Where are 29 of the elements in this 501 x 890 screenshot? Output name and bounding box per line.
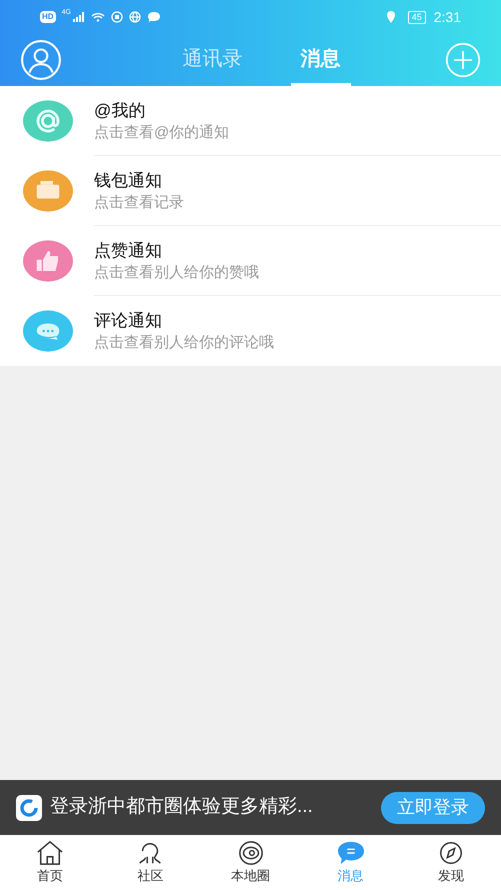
message-icon [146, 11, 161, 23]
app-icon [110, 11, 123, 23]
login-prompt: 登录浙中都市圈体验更多精彩... [50, 795, 314, 820]
nav-tab[interactable]: 发现 [400, 835, 501, 890]
notification-item[interactable]: 点赞通知 点击查看别人给你的赞哦 [0, 226, 501, 296]
notification-subtitle: 点击查看别人给你的赞哦 [94, 264, 260, 280]
add-icon[interactable] [445, 42, 481, 78]
notification-title: 钱包通知 [94, 172, 163, 188]
profile-icon[interactable] [20, 39, 62, 81]
hd-badge: HD [40, 11, 56, 23]
nav-tab[interactable]: 本地圈 [200, 835, 301, 890]
nav-tab[interactable]: 首页 [0, 835, 100, 890]
notification-subtitle: 点击查看记录 [94, 194, 185, 210]
notification-title: 评论通知 [94, 312, 163, 329]
app-logo-icon [16, 794, 42, 820]
location-icon [386, 11, 396, 23]
notification-subtitle: 点击查看别人给你的评论哦 [94, 335, 275, 350]
notification-title: 点赞通知 [94, 242, 163, 258]
signal-icon [72, 12, 85, 22]
wifi-icon [90, 12, 105, 22]
notification-item[interactable]: 钱包通知 点击查看记录 [0, 156, 501, 226]
notification-item[interactable]: 评论通知 点击查看别人给你的评论哦 [0, 296, 501, 366]
notification-subtitle: 点击查看@你的通知 [94, 124, 230, 140]
battery-indicator: 45 [408, 10, 426, 24]
status-time: 2:31 [434, 8, 461, 26]
notification-item[interactable]: @我的 点击查看@你的通知 [0, 86, 501, 156]
notification-title: @我的 [94, 102, 146, 118]
globe-icon [128, 11, 141, 23]
nav-tab[interactable]: 社区 [100, 835, 200, 890]
